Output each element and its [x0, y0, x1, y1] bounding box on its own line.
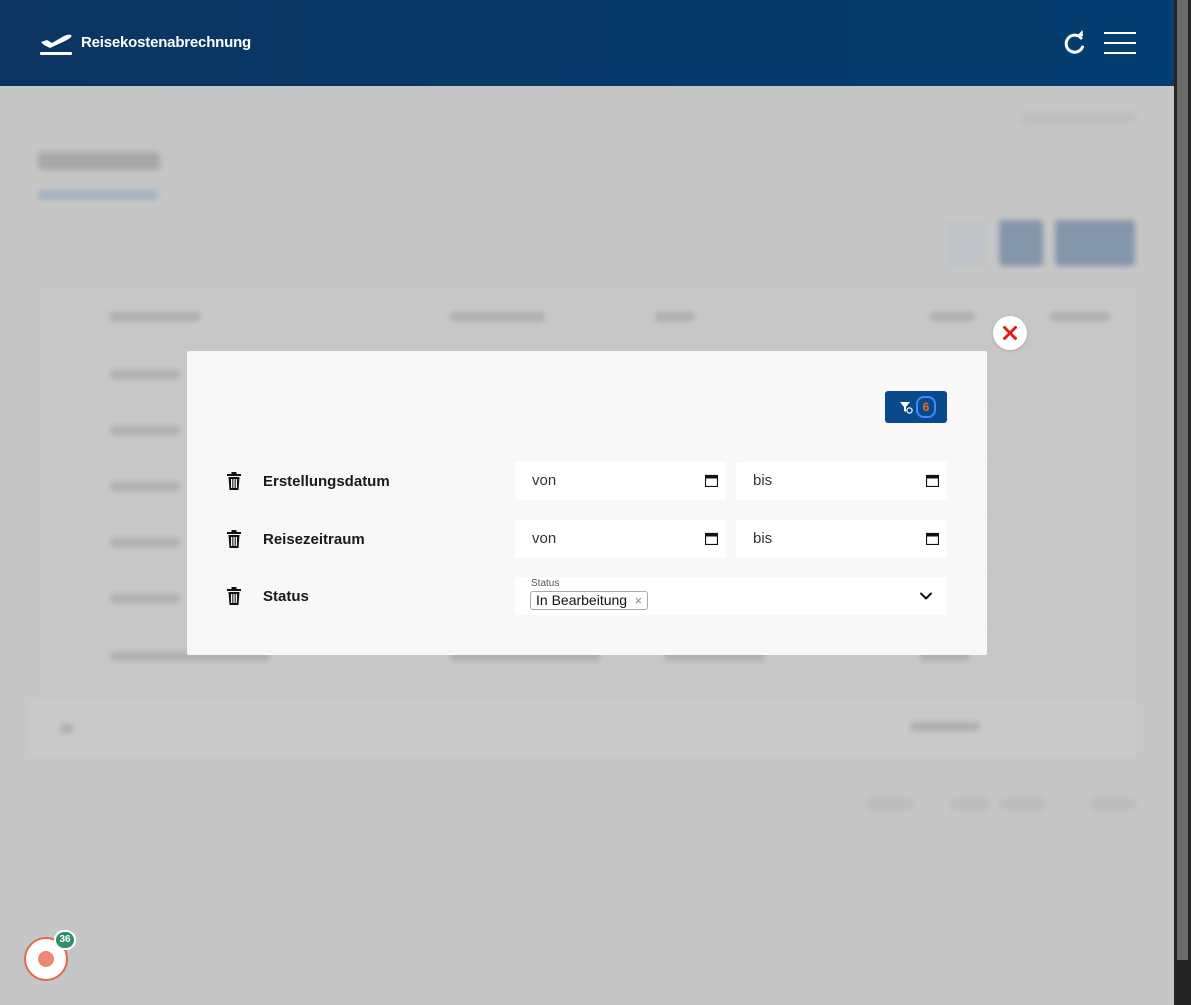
- filter-remove-icon: [900, 402, 913, 414]
- blurred-button: [999, 220, 1043, 266]
- status-chip-label: In Bearbeitung: [536, 592, 628, 608]
- clear-filter-button[interactable]: 6: [885, 391, 947, 423]
- close-icon: [1003, 326, 1017, 340]
- filter-label: Erstellungsdatum: [263, 473, 390, 490]
- erstellungsdatum-to-input[interactable]: bis: [736, 462, 947, 500]
- date-placeholder: bis: [753, 472, 773, 489]
- blurred-table-footer: [30, 698, 1136, 758]
- filter-row-erstellungsdatum: Erstellungsdatum von bis: [187, 462, 987, 500]
- trash-icon[interactable]: [227, 472, 241, 490]
- filter-label: Status: [263, 588, 309, 605]
- status-field-label: Status: [531, 578, 560, 589]
- app-header: Reisekostenabrechnung: [0, 0, 1174, 86]
- trash-icon[interactable]: [227, 587, 241, 605]
- scrollbar-thumb[interactable]: [1177, 0, 1188, 960]
- status-chip: In Bearbeitung ×: [530, 591, 649, 610]
- filter-label: Reisezeitraum: [263, 531, 365, 548]
- reisezeitraum-to-input[interactable]: bis: [736, 520, 947, 558]
- blurred-pager: [1090, 798, 1136, 810]
- trash-icon[interactable]: [227, 530, 241, 548]
- remove-chip-icon[interactable]: ×: [634, 592, 642, 609]
- calendar-icon[interactable]: [926, 474, 939, 487]
- date-placeholder: von: [532, 530, 557, 547]
- date-placeholder: bis: [753, 530, 773, 547]
- refresh-icon: [1064, 30, 1084, 54]
- chevron-down-icon[interactable]: [919, 589, 933, 603]
- blurred-breadcrumb: [38, 190, 158, 200]
- blurred-table-row: [40, 292, 1136, 346]
- close-modal-button[interactable]: [993, 316, 1027, 350]
- blurred-button: [1055, 220, 1135, 266]
- blurred-top-link: [1020, 112, 1136, 124]
- blurred-pager: [1000, 798, 1046, 810]
- record-count-badge: 36: [54, 930, 76, 950]
- filter-row-reisezeitraum: Reisezeitraum von bis: [187, 520, 987, 558]
- record-dot-icon: [38, 951, 54, 967]
- airplane-takeoff-icon: [38, 28, 74, 58]
- calendar-icon[interactable]: [926, 532, 939, 545]
- active-filter-count-badge: 6: [916, 396, 936, 418]
- app-title: Reisekostenabrechnung: [81, 34, 252, 51]
- blurred-page-title: [38, 152, 160, 170]
- date-placeholder: von: [532, 472, 557, 489]
- refresh-button[interactable]: [1060, 28, 1088, 58]
- reisezeitraum-from-input[interactable]: von: [515, 520, 726, 558]
- blurred-pager: [950, 798, 990, 810]
- calendar-icon[interactable]: [705, 532, 718, 545]
- filter-row-status: Status Status In Bearbeitung ×: [187, 577, 987, 615]
- status-select[interactable]: Status In Bearbeitung ×: [515, 577, 947, 615]
- blurred-button: [945, 222, 985, 266]
- calendar-icon[interactable]: [705, 474, 718, 487]
- hamburger-menu-icon[interactable]: [1103, 30, 1137, 56]
- filter-modal: 6 Erstellungsdatum von bis Reisezeitraum…: [187, 351, 987, 655]
- erstellungsdatum-from-input[interactable]: von: [515, 462, 726, 500]
- blurred-pager: [866, 798, 914, 810]
